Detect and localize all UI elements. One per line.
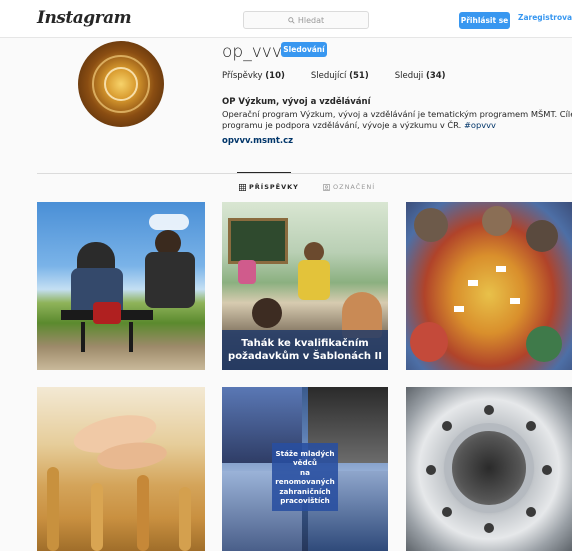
register-link[interactable]: Zaregistrovat se	[518, 13, 572, 22]
search-input[interactable]: Hledat	[243, 11, 369, 29]
caption-line: zahraničních	[279, 486, 331, 496]
bolt	[484, 523, 494, 533]
tabs-divider	[37, 173, 572, 174]
profile-username: op_vvv	[222, 42, 282, 62]
caption-line: požadavkům v Šablonách II	[228, 351, 382, 362]
wheat-stalk	[47, 467, 59, 551]
wheat-stalk	[91, 483, 103, 551]
wheat-stalk	[179, 487, 191, 551]
avatar-ring-inner	[104, 67, 138, 101]
child	[410, 322, 448, 362]
chalkboard	[228, 218, 288, 264]
caption-line: pracovištích	[280, 496, 330, 505]
top-bar: Instagram Hledat Přihlásit se Zaregistro…	[0, 0, 572, 38]
stat-posts: Příspěvky (10)	[222, 71, 285, 81]
map-label	[468, 280, 478, 286]
bolt	[442, 421, 452, 431]
student-back	[252, 298, 282, 328]
teacher-body	[298, 260, 330, 300]
post-vacuum-chamber[interactable]	[406, 387, 572, 551]
tab-tagged-label: OZNAČENÍ	[333, 183, 376, 191]
stat-following[interactable]: Sleduji (34)	[395, 71, 446, 81]
bio-line-1: Operační program Výzkum, vývoj a vzděláv…	[222, 109, 572, 119]
tab-active-indicator	[237, 172, 291, 173]
child	[482, 206, 512, 236]
child	[526, 220, 558, 252]
login-button[interactable]: Přihlásit se	[459, 12, 510, 29]
follow-button[interactable]: Sledování	[281, 42, 327, 57]
map-label	[510, 298, 520, 304]
chamber-flange	[444, 423, 534, 513]
search-placeholder: Hledat	[297, 15, 325, 25]
teacher-head	[304, 242, 324, 262]
search-icon	[288, 16, 295, 24]
person-right-body	[145, 252, 195, 308]
profile-website-link[interactable]: opvvv.msmt.cz	[222, 136, 293, 146]
profile-stats: Příspěvky (10) Sledující (51) Sleduji (3…	[222, 71, 472, 81]
bolt	[526, 507, 536, 517]
child	[526, 326, 562, 362]
post-caption-box: Stáže mladých vědců na renomovaných zahr…	[272, 443, 338, 511]
drone-body	[93, 302, 121, 324]
post-classroom[interactable]: Tahák ke kvalifikačním požadavkům v Šabl…	[222, 202, 388, 370]
profile-full-name: OP Výzkum, vývoj a vzdělávání	[222, 97, 371, 107]
post-hands-wheat[interactable]	[37, 387, 205, 551]
bolt	[442, 507, 452, 517]
drone-leg	[129, 322, 133, 352]
tab-tagged[interactable]: OZNAČENÍ	[323, 183, 375, 191]
tab-posts[interactable]: PŘÍSPĚVKY	[239, 183, 299, 191]
child	[414, 208, 448, 242]
post-young-researchers[interactable]: Stáže mladých vědců na renomovaných zahr…	[222, 387, 388, 551]
post-caption-banner: Tahák ke kvalifikačním požadavkům v Šabl…	[222, 330, 388, 370]
wheat-stalk	[137, 475, 149, 551]
student	[238, 260, 256, 284]
caption-line: na renomovaných	[275, 467, 335, 487]
post-drone-students[interactable]	[37, 202, 205, 370]
cloud	[149, 214, 189, 230]
avatar[interactable]	[78, 41, 164, 127]
caption-line: vědců	[292, 458, 318, 467]
profile-bio: Operační program Výzkum, vývoj a vzděláv…	[222, 109, 572, 131]
map-label	[496, 266, 506, 272]
bio-line-2: programu je podpora vzdělávání, vývoje a…	[222, 120, 496, 130]
bolt	[526, 421, 536, 431]
map-label	[454, 306, 464, 312]
bolt	[542, 465, 552, 475]
tab-posts-label: PŘÍSPĚVKY	[249, 183, 299, 191]
tagged-icon	[323, 183, 330, 191]
bolt	[426, 465, 436, 475]
grid-icon	[239, 183, 246, 191]
caption-line: Stáže mladých	[275, 448, 335, 458]
post-kids-map[interactable]	[406, 202, 572, 370]
instagram-logo[interactable]: Instagram	[37, 8, 132, 28]
drone-leg	[81, 322, 85, 352]
bio-hashtag[interactable]: #opvvv	[464, 120, 496, 130]
caption-line: Tahák ke kvalifikačním	[241, 338, 369, 349]
stat-followers[interactable]: Sledující (51)	[311, 71, 369, 81]
bolt	[484, 405, 494, 415]
